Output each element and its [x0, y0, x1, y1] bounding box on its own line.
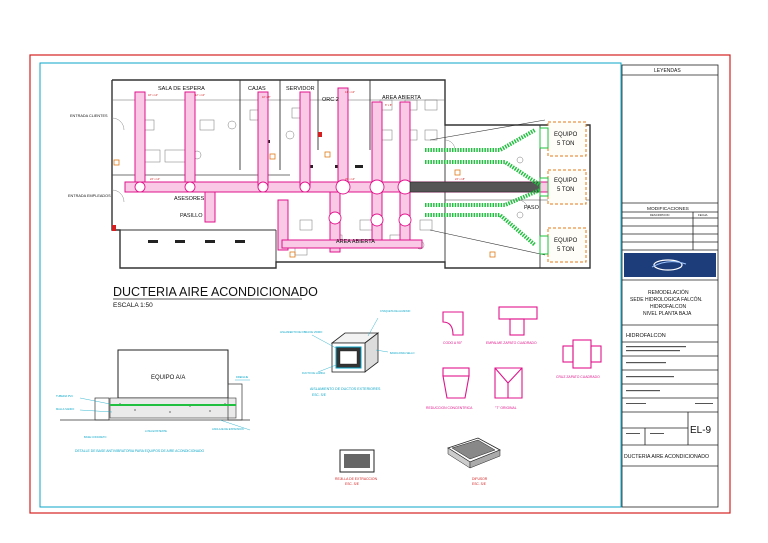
difusor-label: DIFUSOR — [472, 477, 488, 481]
project-line-3: HIDROFALCON — [650, 304, 687, 310]
room-asesores: ASESORES — [174, 196, 205, 202]
fitting-t-original-label: "T" ORIGINAL — [495, 406, 517, 410]
svg-text:BASE CONCRETO: BASE CONCRETO — [84, 435, 106, 439]
project-line-1: REMODELACIÓN — [648, 289, 689, 296]
fitting-reduccion — [442, 367, 470, 399]
room-paso: PASO — [524, 205, 540, 211]
rejilla-scale: ESC. S/E — [345, 482, 360, 486]
drawing-scale: ESCALA 1:50 — [113, 302, 153, 309]
room-sala-espera: SALA DE ESPERA — [158, 86, 205, 92]
room-orc: ORC 2 — [322, 97, 339, 103]
equipo-2-capacity: 5 TON — [557, 187, 574, 193]
svg-text:DRENAJE: DRENAJE — [236, 375, 248, 379]
svg-text:LOSA EXISTENTE: LOSA EXISTENTE — [145, 429, 167, 433]
sheet-code: EL-9 — [690, 425, 712, 436]
fitting-cruz-label: CRUZ ZAPATO CUADRADO — [556, 375, 600, 379]
svg-text:DUCTO DE LAMINA: DUCTO DE LAMINA — [302, 372, 325, 375]
svg-text:12" x 10": 12" x 10" — [195, 94, 205, 97]
rejilla-extraccion — [339, 449, 375, 473]
project-line-4: NIVEL PLANTA BAJA — [643, 311, 692, 317]
client-name: HIDROFALCON — [626, 333, 666, 339]
svg-text:BANDA PARA SELLO: BANDA PARA SELLO — [390, 352, 414, 355]
fitting-empalme — [498, 306, 538, 336]
client-logo — [624, 253, 716, 277]
difusor-scale: ESC. S/E — [472, 482, 487, 486]
svg-text:20" x 14": 20" x 14" — [345, 178, 355, 181]
detalle-aislamiento: AISLAMIENTO DE FIBRA DE VIDRIO CHAQUETA … — [280, 310, 414, 375]
room-area-abierta-bottom: AREA ABIERTA — [336, 239, 375, 245]
cad-drawing-sheet: 18" x 14" 12" x 10" 10" x 8" 14" x 10" 8" … — [29, 54, 731, 514]
equipo-3-box — [547, 227, 587, 263]
svg-text:MALLA SANDO: MALLA SANDO — [56, 407, 74, 411]
drawing-title: DUCTERIA AIRE ACONDICIONADO — [113, 285, 318, 299]
equipo-1-box — [547, 121, 587, 157]
label-entrada-empleados: ENTRADA EMPLEADOS — [68, 194, 111, 198]
fitting-cruz — [562, 339, 602, 369]
title-block-fine-print — [626, 346, 713, 434]
svg-text:CHAQUETA DE ALUMINIO: CHAQUETA DE ALUMINIO — [380, 310, 410, 313]
svg-text:24" x 18": 24" x 18" — [455, 178, 465, 181]
svg-text:18" x 14": 18" x 14" — [148, 94, 158, 97]
room-pasillo: PASILLO — [180, 213, 203, 219]
fitting-t-original — [494, 367, 523, 399]
detalle-base-caption: DETALLE DE BASE ANTIVIBRATORIA PARA EQUI… — [75, 449, 205, 453]
equipo-1-label: EQUIPO — [554, 132, 578, 138]
equipo-3-label: EQUIPO — [554, 238, 578, 244]
project-line-2: SEDE HIDROLOGICA FALCÓN. — [630, 296, 703, 303]
equipo-2-label: EQUIPO — [554, 178, 578, 184]
aislamiento-label: AISLAMIENTO DE DUCTOS EXTERIORES — [310, 387, 381, 391]
svg-text:14" x 10": 14" x 10" — [345, 91, 355, 94]
fitting-codo — [442, 311, 464, 336]
detalle-equipo-aa-label: EQUIPO A/A — [151, 375, 185, 381]
equipo-1-capacity: 5 TON — [557, 141, 574, 147]
label-entrada-clientes: ENTRADA CLIENTES — [70, 114, 108, 118]
detalle-base-antivibratoria: TUBERIA PVC MALLA SANDO BASE CONCRETO LOSA… — [56, 349, 251, 439]
svg-text:TUBERIA PVC: TUBERIA PVC — [56, 394, 73, 398]
modifications-col-descripcion: DESCRIPCION — [650, 213, 669, 217]
modifications-col-fecha: FECHA — [698, 213, 708, 217]
room-servidor: SERVIDOR — [286, 86, 315, 92]
legend-header: LEYENDAS — [654, 68, 681, 74]
room-area-abierta-top: AREA ABIERTA — [382, 95, 421, 101]
svg-text:24" x 14": 24" x 14" — [150, 178, 160, 181]
room-cajas: CAJAS — [248, 86, 266, 92]
svg-text:AISLAMIENTO DE FIBRA DE VIDRIO: AISLAMIENTO DE FIBRA DE VIDRIO — [280, 331, 322, 334]
svg-text:8" x 8": 8" x 8" — [385, 104, 392, 107]
svg-text:ANCLAJE DE EXPANSION: ANCLAJE DE EXPANSION — [212, 427, 244, 431]
sheet-title: DUCTERIA AIRE ACONDICIONADO — [624, 454, 709, 460]
fitting-empalme-label: EMPALME ZAPATO CUADRADO — [486, 341, 537, 345]
fitting-reduccion-label: REDUCCION CONCENTRICA — [426, 406, 473, 410]
fitting-codo-label: CODO A 90° — [443, 341, 463, 345]
difusor-drawing — [447, 437, 501, 469]
title-block — [621, 64, 719, 508]
equipo-3-capacity: 5 TON — [557, 247, 574, 253]
aislamiento-scale: ESC. S/E — [312, 393, 327, 397]
modifications-header: MODIFICACIONES — [647, 206, 689, 212]
rejilla-label: REJILLA DE EXTRACCION — [335, 477, 378, 481]
svg-text:10" x 8": 10" x 8" — [262, 96, 271, 99]
